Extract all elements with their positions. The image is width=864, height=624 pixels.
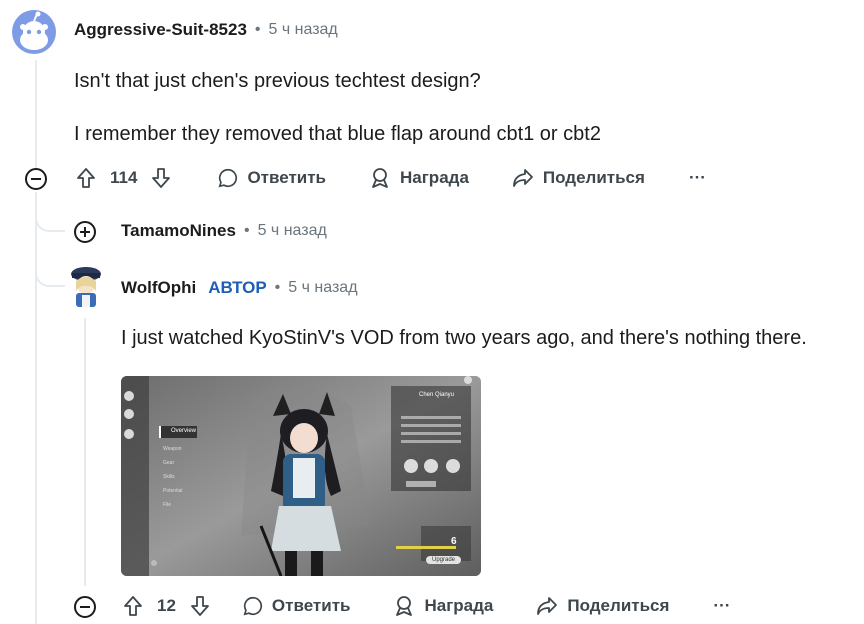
share-icon xyxy=(537,597,558,615)
comment-icon xyxy=(243,596,262,616)
vote-group: 114 xyxy=(74,166,173,190)
character-avatar-icon xyxy=(71,267,101,307)
reply-button[interactable]: Ответить xyxy=(217,167,326,189)
upvote-icon[interactable] xyxy=(121,594,145,618)
game-menu-item: Gear xyxy=(163,460,175,466)
username[interactable]: WolfOphi xyxy=(121,278,196,298)
expand-icon[interactable] xyxy=(73,220,97,244)
timestamp[interactable]: 5 ч назад xyxy=(269,21,338,39)
action-bar: 114 Ответить Награда Поделиться ··· xyxy=(74,166,706,190)
more-options-button[interactable]: ··· xyxy=(713,596,730,616)
share-button[interactable]: Поделиться xyxy=(535,594,669,618)
separator: • xyxy=(274,279,281,296)
timestamp[interactable]: 5 ч назад xyxy=(288,279,357,297)
collapse-icon[interactable] xyxy=(73,595,97,619)
award-label: Награда xyxy=(400,168,469,187)
character-name: Chen Qianyu xyxy=(419,392,455,398)
comment-header: WolfOphi АВТОР • 5 ч назад xyxy=(121,278,358,298)
thread-branch xyxy=(35,200,65,232)
comment-image[interactable]: Overview Weapon Gear Skills Potential Fi… xyxy=(121,376,481,576)
comment-header: Aggressive-Suit-8523 • 5 ч назад xyxy=(74,20,338,40)
reply-label: Ответить xyxy=(247,168,326,187)
reply-label: Ответить xyxy=(271,596,351,615)
author-badge: АВТОР xyxy=(208,278,267,297)
thread-line xyxy=(35,60,37,170)
share-icon xyxy=(513,169,533,187)
game-menu-item: Potential xyxy=(163,488,183,494)
award-icon xyxy=(372,168,388,188)
username[interactable]: TamamoNines xyxy=(121,221,236,241)
snoo-icon xyxy=(20,11,48,50)
comment-text: Isn't that just chen's previous techtest… xyxy=(74,70,481,92)
downvote-icon[interactable] xyxy=(149,166,173,190)
avatar[interactable] xyxy=(62,265,106,313)
share-button[interactable]: Поделиться xyxy=(511,166,645,190)
game-menu-item: Skills xyxy=(163,474,175,480)
game-screenshot-image xyxy=(121,376,481,576)
upgrade-button: Upgrade xyxy=(426,556,462,564)
award-button[interactable]: Награда xyxy=(392,594,493,618)
tab-overview: Overview xyxy=(171,428,197,434)
collapse-icon[interactable] xyxy=(24,167,48,191)
more-options-button[interactable]: ··· xyxy=(689,168,706,188)
upvote-icon[interactable] xyxy=(74,166,98,190)
separator: • xyxy=(243,222,250,239)
downvote-icon[interactable] xyxy=(188,594,212,618)
level-number: 6 xyxy=(451,536,457,547)
vote-group: 12 xyxy=(121,594,212,618)
award-icon xyxy=(396,596,413,616)
thread-branch xyxy=(35,255,65,287)
share-label: Поделиться xyxy=(567,596,670,615)
avatar[interactable] xyxy=(12,10,56,54)
share-label: Поделиться xyxy=(542,168,645,187)
username[interactable]: Aggressive-Suit-8523 xyxy=(74,20,247,40)
action-bar: 12 Ответить Награда Поделиться ··· xyxy=(121,594,730,618)
timestamp[interactable]: 5 ч назад xyxy=(258,222,327,240)
comment-icon xyxy=(218,168,238,188)
reply-button[interactable]: Ответить xyxy=(242,595,351,617)
comment-text: I remember they removed that blue flap a… xyxy=(74,123,601,145)
award-label: Награда xyxy=(424,596,494,615)
vote-count: 12 xyxy=(157,596,176,615)
separator: • xyxy=(254,21,261,38)
award-button[interactable]: Награда xyxy=(368,166,469,190)
game-menu-item: Weapon xyxy=(163,446,182,452)
game-menu-item: File xyxy=(163,502,172,508)
thread-line xyxy=(84,318,86,586)
vote-count: 114 xyxy=(110,168,138,187)
comment-text: I just watched KyoStinV's VOD from two y… xyxy=(121,327,807,349)
comment-header: TamamoNines • 5 ч назад xyxy=(121,221,327,241)
